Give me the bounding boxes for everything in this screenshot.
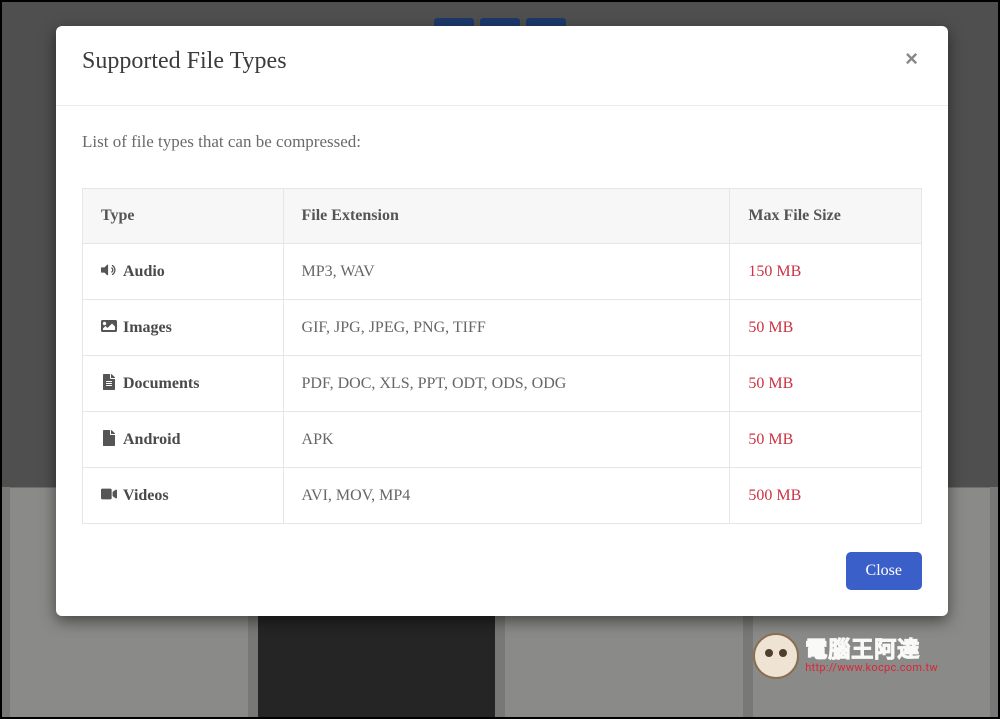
extension-cell: APK [283, 412, 730, 468]
modal-title: Supported File Types [82, 48, 287, 75]
modal-footer: Close [56, 534, 948, 616]
max-size-cell: 50 MB [730, 300, 922, 356]
extension-cell: MP3, WAV [283, 244, 730, 300]
table-row: Videos AVI, MOV, MP4500 MB [83, 468, 922, 524]
table-row: Images GIF, JPG, JPEG, PNG, TIFF50 MB [83, 300, 922, 356]
modal-header: Supported File Types × [56, 26, 948, 106]
type-label: Android [123, 431, 181, 448]
modal-intro: List of file types that can be compresse… [82, 132, 922, 152]
extension-cell: GIF, JPG, JPEG, PNG, TIFF [283, 300, 730, 356]
type-cell: Videos [83, 468, 284, 524]
image-icon [101, 319, 123, 336]
table-row: Audio MP3, WAV150 MB [83, 244, 922, 300]
close-icon[interactable]: × [901, 48, 922, 70]
document-icon [101, 375, 123, 392]
type-cell: Audio [83, 244, 284, 300]
type-cell: Android [83, 412, 284, 468]
file-types-table: Type File Extension Max File Size Audio M… [82, 188, 922, 524]
video-icon [101, 487, 123, 504]
max-size-cell: 50 MB [730, 356, 922, 412]
extension-cell: PDF, DOC, XLS, PPT, ODT, ODS, ODG [283, 356, 730, 412]
type-label: Audio [123, 263, 165, 280]
col-size: Max File Size [730, 189, 922, 244]
col-type: Type [83, 189, 284, 244]
type-cell: Documents [83, 356, 284, 412]
audio-icon [101, 263, 123, 280]
max-size-cell: 500 MB [730, 468, 922, 524]
type-cell: Images [83, 300, 284, 356]
type-label: Documents [123, 375, 199, 392]
close-button[interactable]: Close [846, 552, 922, 590]
table-row: Android APK50 MB [83, 412, 922, 468]
table-row: Documents PDF, DOC, XLS, PPT, ODT, ODS, O… [83, 356, 922, 412]
table-header-row: Type File Extension Max File Size [83, 189, 922, 244]
max-size-cell: 50 MB [730, 412, 922, 468]
type-label: Videos [123, 487, 169, 504]
type-label: Images [123, 319, 172, 336]
col-ext: File Extension [283, 189, 730, 244]
extension-cell: AVI, MOV, MP4 [283, 468, 730, 524]
supported-file-types-modal: Supported File Types × List of file type… [56, 26, 948, 616]
max-size-cell: 150 MB [730, 244, 922, 300]
modal-body: List of file types that can be compresse… [56, 106, 948, 534]
android-icon [101, 431, 123, 448]
